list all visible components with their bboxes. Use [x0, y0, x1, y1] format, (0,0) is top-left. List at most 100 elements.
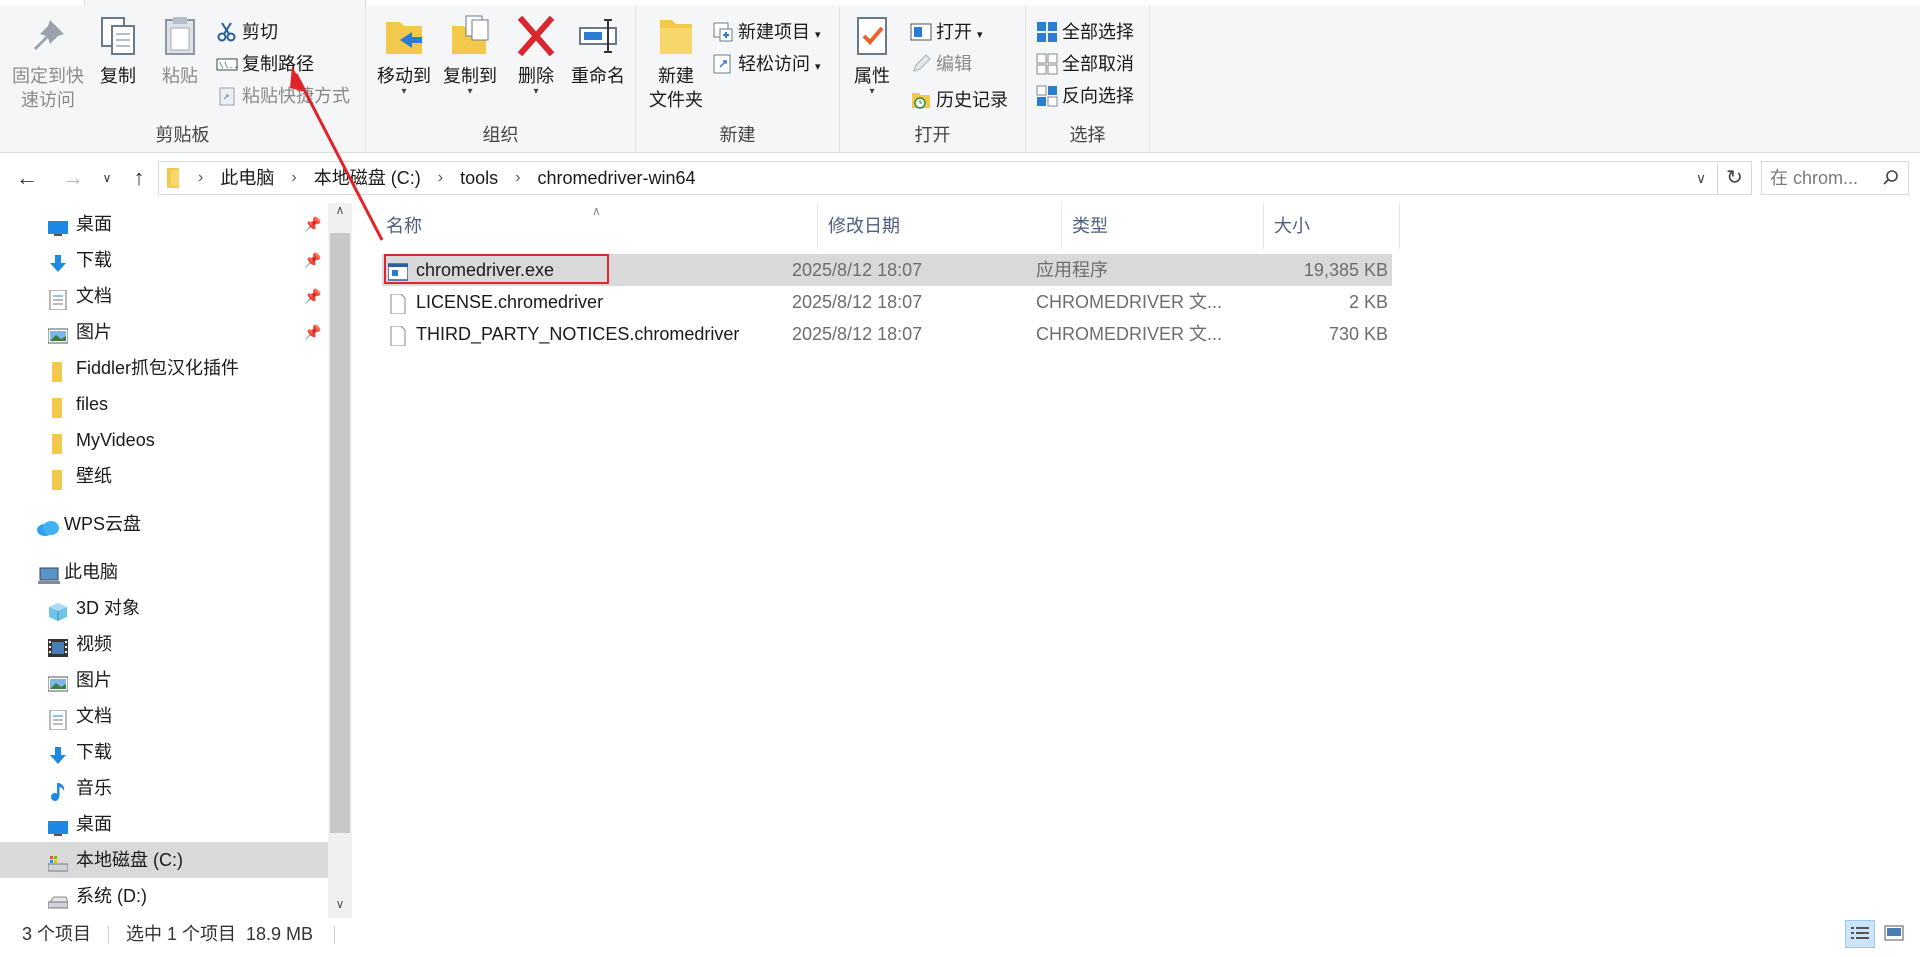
- edit-button[interactable]: 编辑: [910, 50, 972, 78]
- details-view-button[interactable]: [1845, 920, 1875, 948]
- copy-to-button[interactable]: 复制到 ▾: [440, 14, 500, 97]
- paste-label: 粘贴: [162, 66, 198, 86]
- file-type: 应用程序: [1036, 260, 1108, 280]
- nav-label: 3D 对象: [76, 598, 141, 618]
- rename-button[interactable]: 重命名: [568, 14, 628, 88]
- new-item-button[interactable]: 新建项目 ▾: [712, 18, 821, 46]
- nav-item-pc-pictures[interactable]: 图片: [0, 662, 328, 698]
- nav-item-music[interactable]: 音乐: [0, 770, 328, 806]
- delete-button[interactable]: 删除 ▾: [514, 14, 558, 97]
- new-item-label: 新建项目: [738, 22, 810, 42]
- open-button[interactable]: 打开 ▾: [910, 18, 983, 46]
- breadcrumb-chromedriver[interactable]: chromedriver-win64: [537, 162, 695, 194]
- nav-item-3d-objects[interactable]: 3D 对象: [0, 590, 328, 626]
- nav-label: 图片: [76, 670, 112, 690]
- nav-item-wps-cloud[interactable]: WPS云盘: [0, 506, 328, 542]
- select-all-button[interactable]: 全部选择: [1036, 18, 1134, 46]
- paste-button[interactable]: 粘贴: [154, 14, 206, 88]
- invert-selection-button[interactable]: 反向选择: [1036, 82, 1134, 110]
- select-group-label: 选择: [1069, 125, 1106, 145]
- copy-path-button[interactable]: \\.. 复制路径: [216, 50, 314, 78]
- breadcrumb-separator-icon[interactable]: ›: [291, 162, 296, 194]
- new-item-icon: [712, 21, 734, 43]
- file-row[interactable]: LICENSE.chromedriver 2025/8/12 18:07 CHR…: [382, 286, 1392, 318]
- new-folder-button[interactable]: 新建 文件夹: [646, 14, 706, 112]
- nav-item-pictures[interactable]: 图片 📌: [0, 314, 328, 350]
- easy-access-dropdown-icon: ▾: [815, 61, 821, 73]
- easy-access-button[interactable]: 轻松访问 ▾: [712, 50, 821, 78]
- drive-icon: [47, 850, 69, 872]
- up-button[interactable]: ↑: [124, 163, 154, 193]
- breadcrumb-separator-icon[interactable]: ›: [515, 162, 520, 194]
- nav-item-this-pc[interactable]: 此电脑: [0, 554, 328, 590]
- sort-ascending-icon: ∧: [592, 204, 601, 218]
- file-row[interactable]: THIRD_PARTY_NOTICES.chromedriver 2025/8/…: [382, 318, 1392, 350]
- file-name: LICENSE.chromedriver: [416, 292, 604, 312]
- history-button[interactable]: 历史记录: [910, 86, 1008, 114]
- nav-item-pc-desktop[interactable]: 桌面: [0, 806, 328, 842]
- file-row[interactable]: chromedriver.exe 2025/8/12 18:07 应用程序 19…: [382, 254, 1392, 286]
- address-history-dropdown-icon[interactable]: ∨: [1689, 162, 1713, 194]
- breadcrumb-drive-c[interactable]: 本地磁盘 (C:): [314, 162, 421, 194]
- paste-icon: [158, 14, 202, 58]
- address-bar[interactable]: › 此电脑 › 本地磁盘 (C:) › tools › chromedriver…: [158, 161, 1752, 195]
- move-to-label: 移动到: [377, 66, 431, 86]
- download-icon: [48, 250, 68, 272]
- nav-item-myvideos[interactable]: MyVideos: [0, 422, 328, 458]
- svg-text:\\..: \\..: [219, 61, 238, 70]
- scroll-down-icon[interactable]: ∨: [328, 897, 352, 911]
- nav-item-fiddler[interactable]: Fiddler抓包汉化插件: [0, 350, 328, 386]
- nav-item-documents[interactable]: 文档 📌: [0, 278, 328, 314]
- breadcrumb-tools[interactable]: tools: [460, 162, 498, 194]
- nav-label: files: [76, 394, 109, 414]
- document-icon: [48, 706, 68, 731]
- breadcrumb-separator-icon[interactable]: ›: [198, 162, 203, 194]
- nav-item-downloads[interactable]: 下载 📌: [0, 242, 328, 278]
- nav-item-system-d[interactable]: 系统 (D:): [0, 878, 328, 914]
- back-button[interactable]: ←: [12, 163, 42, 193]
- breadcrumb-separator-icon[interactable]: ›: [438, 162, 443, 194]
- select-group: 全部选择 全部取消 反向选择 选择: [1026, 6, 1150, 153]
- copy-button[interactable]: 复制: [92, 14, 144, 88]
- refresh-button[interactable]: ↻: [1717, 162, 1751, 194]
- new-folder-label-1: 新建: [658, 66, 694, 86]
- highlight-box: [384, 254, 609, 284]
- nav-item-local-disk-c[interactable]: 本地磁盘 (C:): [0, 842, 328, 878]
- pictures-icon: [47, 670, 69, 692]
- nav-item-desktop[interactable]: 桌面 📌: [0, 206, 328, 242]
- search-box[interactable]: 在 chrom...: [1761, 161, 1909, 195]
- column-header-date[interactable]: 修改日期: [818, 203, 1062, 249]
- large-icons-view-button[interactable]: [1880, 920, 1910, 948]
- column-header-type[interactable]: 类型: [1062, 203, 1264, 249]
- properties-button[interactable]: 属性 ▾: [848, 14, 896, 97]
- nav-label: 此电脑: [64, 562, 118, 582]
- cut-button[interactable]: 剪切: [216, 18, 278, 46]
- scroll-up-icon[interactable]: ∧: [328, 203, 352, 217]
- select-none-button[interactable]: 全部取消: [1036, 50, 1134, 78]
- recent-locations-button[interactable]: ∨: [96, 163, 118, 193]
- scrollbar-thumb[interactable]: [330, 233, 350, 833]
- rename-icon: [576, 14, 620, 58]
- invert-selection-label: 反向选择: [1062, 86, 1134, 106]
- organize-group: 移动到 ▾ 复制到 ▾ 删除 ▾ 重命名 组织: [366, 6, 636, 153]
- pictures-icon: [47, 322, 69, 344]
- pin-quick-access-button[interactable]: 固定到快 速访问: [6, 14, 90, 112]
- navigation-scrollbar[interactable]: ∧ ∨: [328, 203, 352, 918]
- nav-item-pc-downloads[interactable]: 下载: [0, 734, 328, 770]
- move-to-button[interactable]: 移动到 ▾: [374, 14, 434, 97]
- forward-button[interactable]: →: [58, 163, 88, 193]
- pinned-icon: 📌: [304, 216, 322, 232]
- nav-item-pc-documents[interactable]: 文档: [0, 698, 328, 734]
- edit-icon: [910, 53, 932, 75]
- file-type: CHROMEDRIVER 文...: [1036, 292, 1223, 312]
- paste-shortcut-button[interactable]: 粘贴快捷方式: [216, 82, 350, 110]
- nav-label: 本地磁盘 (C:): [76, 850, 183, 870]
- breadcrumb-this-pc[interactable]: 此电脑: [220, 162, 274, 194]
- nav-item-wallpaper[interactable]: 壁纸: [0, 458, 328, 494]
- status-bar: 3 个项目 选中 1 个项目 18.9 MB: [0, 918, 1920, 950]
- column-header-name[interactable]: 名称 ∧: [352, 203, 818, 249]
- nav-item-files[interactable]: files: [0, 386, 328, 422]
- column-size-label: 大小: [1274, 216, 1310, 236]
- nav-item-videos[interactable]: 视频: [0, 626, 328, 662]
- column-header-size[interactable]: 大小: [1264, 203, 1400, 249]
